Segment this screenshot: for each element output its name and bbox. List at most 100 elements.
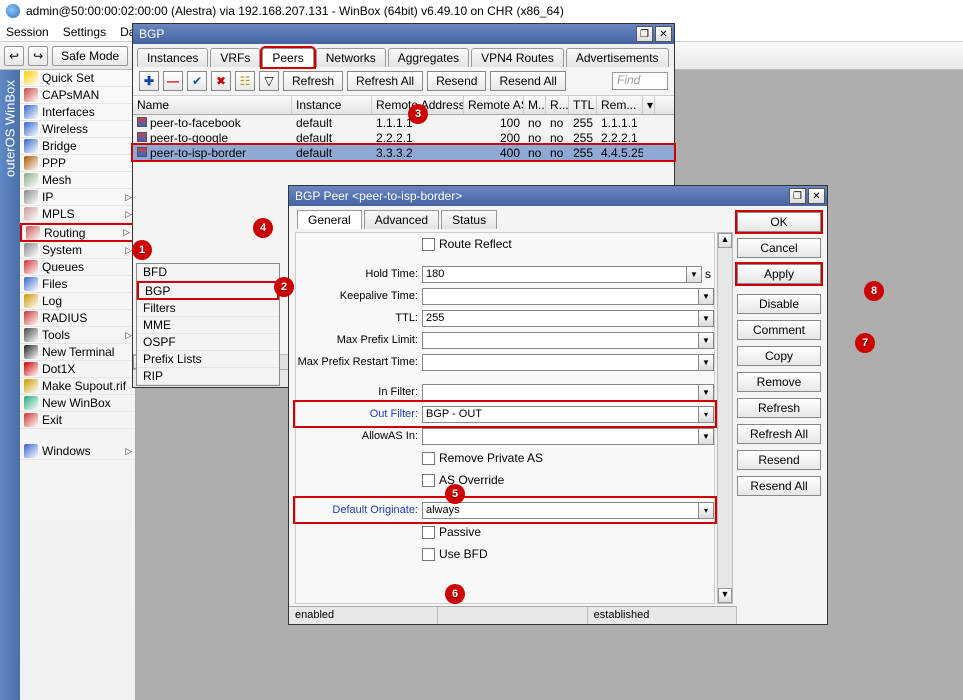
sidebar-item-windows[interactable]: Windows▷: [20, 443, 135, 460]
col-remote-as[interactable]: Remote AS: [464, 96, 524, 114]
tab-advanced[interactable]: Advanced: [364, 210, 439, 229]
tab-advertisements[interactable]: Advertisements: [566, 48, 669, 67]
col-ttl[interactable]: TTL: [569, 96, 597, 114]
remove-button[interactable]: —: [163, 71, 183, 91]
tab-instances[interactable]: Instances: [137, 48, 208, 67]
sidebar-item-exit[interactable]: Exit: [20, 412, 135, 429]
sidebar-item-interfaces[interactable]: Interfaces: [20, 104, 135, 121]
refresh-all-button[interactable]: Refresh All: [737, 424, 821, 444]
submenu-item-ospf[interactable]: OSPF: [137, 334, 279, 351]
route-reflect-checkbox[interactable]: [422, 238, 435, 251]
in-filter-drop-icon[interactable]: ▼: [699, 384, 714, 401]
sidebar-item-mesh[interactable]: Mesh: [20, 172, 135, 189]
allowas-drop-icon[interactable]: ▼: [699, 428, 714, 445]
hold-time-input[interactable]: 180: [422, 266, 687, 283]
scroll-down-icon[interactable]: ▼: [718, 588, 732, 603]
peer-window-close-icon[interactable]: ✕: [808, 188, 825, 204]
col-remote[interactable]: Rem...: [597, 96, 643, 114]
col-reflector[interactable]: R...: [546, 96, 569, 114]
sidebar-item-capsman[interactable]: CAPsMAN: [20, 87, 135, 104]
tab-peers[interactable]: Peers: [262, 48, 313, 67]
sidebar-item-mpls[interactable]: MPLS▷: [20, 206, 135, 223]
max-prefix-restart-drop-icon[interactable]: ▼: [699, 354, 714, 371]
tab-general[interactable]: General: [297, 210, 362, 229]
find-input[interactable]: Find: [612, 72, 668, 90]
submenu-item-rip[interactable]: RIP: [137, 368, 279, 385]
sidebar-item-radius[interactable]: RADIUS: [20, 310, 135, 327]
tab-vrfs[interactable]: VRFs: [210, 48, 260, 67]
sidebar-item-wireless[interactable]: Wireless: [20, 121, 135, 138]
default-originate-input[interactable]: always: [422, 502, 699, 519]
safe-mode-button[interactable]: Safe Mode: [52, 46, 128, 66]
table-row[interactable]: peer-to-isp-borderdefault3.3.3.2400nono2…: [133, 145, 674, 160]
sidebar-item-ip[interactable]: IP▷: [20, 189, 135, 206]
sidebar-item-log[interactable]: Log: [20, 293, 135, 310]
peer-window-restore-icon[interactable]: ❐: [789, 188, 806, 204]
peer-window-titlebar[interactable]: BGP Peer <peer-to-isp-border> ❐ ✕: [289, 186, 827, 206]
bgp-window-restore-icon[interactable]: ❐: [636, 26, 653, 42]
ok-button[interactable]: OK: [737, 212, 821, 232]
keepalive-input[interactable]: [422, 288, 699, 305]
use-bfd-checkbox[interactable]: [422, 548, 435, 561]
submenu-item-prefix lists[interactable]: Prefix Lists: [137, 351, 279, 368]
copy-button[interactable]: Copy: [737, 346, 821, 366]
disable-button[interactable]: ✖: [211, 71, 231, 91]
tab-networks[interactable]: Networks: [316, 48, 386, 67]
resend-all-button[interactable]: Resend All: [490, 71, 565, 91]
keepalive-drop-icon[interactable]: ▼: [699, 288, 714, 305]
remove-private-as-checkbox[interactable]: [422, 452, 435, 465]
sidebar-item-files[interactable]: Files: [20, 276, 135, 293]
sidebar-item-tools[interactable]: Tools▷: [20, 327, 135, 344]
filter-button[interactable]: ▽: [259, 71, 279, 91]
vertical-tab[interactable]: outerOS WinBox: [0, 70, 20, 700]
ttl-drop-icon[interactable]: ▼: [699, 310, 714, 327]
sidebar-item-quick-set[interactable]: Quick Set: [20, 70, 135, 87]
submenu-item-bfd[interactable]: BFD: [137, 264, 279, 281]
out-filter-drop-icon[interactable]: ▾: [699, 406, 714, 423]
submenu-item-filters[interactable]: Filters: [137, 300, 279, 317]
submenu-item-bgp[interactable]: BGP: [137, 281, 279, 300]
max-prefix-restart-input[interactable]: [422, 354, 699, 371]
sidebar-item-ppp[interactable]: PPP: [20, 155, 135, 172]
cancel-button[interactable]: Cancel: [737, 238, 821, 258]
tab-aggregates[interactable]: Aggregates: [388, 48, 469, 67]
refresh-all-button[interactable]: Refresh All: [347, 71, 423, 91]
max-prefix-drop-icon[interactable]: ▼: [699, 332, 714, 349]
comment-button[interactable]: ☷: [235, 71, 255, 91]
col-instance[interactable]: Instance: [292, 96, 372, 114]
sidebar-item-dot1x[interactable]: Dot1X: [20, 361, 135, 378]
default-originate-drop-icon[interactable]: ▾: [699, 502, 714, 519]
max-prefix-input[interactable]: [422, 332, 699, 349]
scroll-up-icon[interactable]: ▲: [718, 233, 732, 248]
submenu-item-mme[interactable]: MME: [137, 317, 279, 334]
table-row[interactable]: peer-to-googledefault2.2.2.1200nono2552.…: [133, 130, 674, 145]
sidebar-item-queues[interactable]: Queues: [20, 259, 135, 276]
apply-button[interactable]: Apply: [737, 264, 821, 284]
refresh-button[interactable]: Refresh: [737, 398, 821, 418]
tab-vpn4-routes[interactable]: VPN4 Routes: [471, 48, 564, 67]
undo-button[interactable]: ↩: [4, 46, 24, 66]
sidebar-item-new-winbox[interactable]: New WinBox: [20, 395, 135, 412]
out-filter-label[interactable]: Out Filter:: [296, 408, 422, 420]
sidebar-item-system[interactable]: System▷: [20, 242, 135, 259]
tab-status[interactable]: Status: [441, 210, 497, 229]
refresh-button[interactable]: Refresh: [283, 71, 343, 91]
bgp-window-titlebar[interactable]: BGP ❐ ✕: [133, 24, 674, 44]
resend-button[interactable]: Resend: [427, 71, 486, 91]
add-button[interactable]: ✚: [139, 71, 159, 91]
allowas-input[interactable]: [422, 428, 699, 445]
disable-button[interactable]: Disable: [737, 294, 821, 314]
hold-time-drop-icon[interactable]: ▼: [687, 266, 702, 283]
sidebar-item-make-supout-rif[interactable]: Make Supout.rif: [20, 378, 135, 395]
sidebar-item-routing[interactable]: Routing▷: [20, 223, 135, 242]
in-filter-input[interactable]: [422, 384, 699, 401]
menu-settings[interactable]: Settings: [63, 25, 106, 39]
col-multihop[interactable]: M...: [524, 96, 546, 114]
out-filter-input[interactable]: BGP - OUT: [422, 406, 699, 423]
as-override-checkbox[interactable]: [422, 474, 435, 487]
col-name[interactable]: Name: [133, 96, 292, 114]
sidebar-item-bridge[interactable]: Bridge: [20, 138, 135, 155]
sidebar-item-new-terminal[interactable]: New Terminal: [20, 344, 135, 361]
col-menu-icon[interactable]: ▾: [643, 96, 655, 114]
remove-button[interactable]: Remove: [737, 372, 821, 392]
